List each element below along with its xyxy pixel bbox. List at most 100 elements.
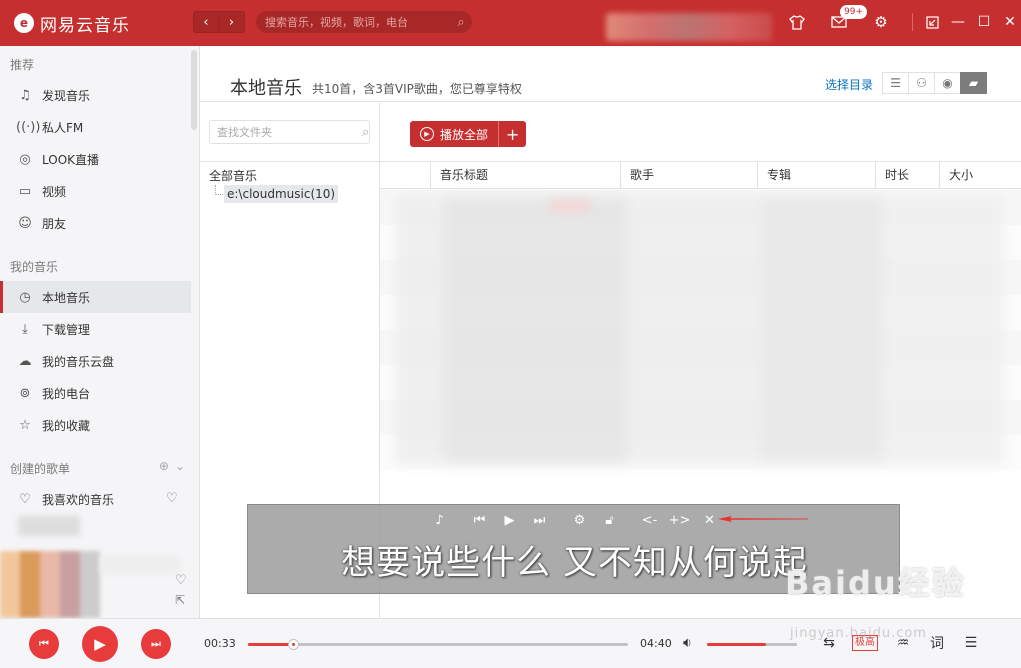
next-track-button[interactable]: ⏭ bbox=[141, 629, 171, 659]
settings-gear-icon[interactable]: ⚙ bbox=[565, 513, 595, 528]
sidebar-item-fm[interactable]: ((·)) 私人FM bbox=[0, 111, 191, 143]
play-all-group: ▶ 播放全部 + bbox=[410, 121, 527, 147]
column-header-artist[interactable]: 歌手 bbox=[620, 162, 757, 189]
sidebar-item-liked-music[interactable]: ♡ 我喜欢的音乐 bbox=[0, 483, 191, 515]
add-to-queue-button[interactable]: + bbox=[498, 121, 527, 147]
volume-slider[interactable] bbox=[707, 643, 797, 646]
skin-shirt-icon[interactable] bbox=[786, 11, 808, 33]
lyric-delay-back-icon[interactable]: <- bbox=[635, 513, 665, 528]
lyric-delay-forward-icon[interactable]: +> bbox=[665, 513, 695, 528]
player-bar: ⏮ ▶ ⏭ 00:33 04:40 🔉︎ ⇆ 极高 ♒ 词 ☰ jingyan.… bbox=[0, 618, 1021, 668]
annotation-arrow-icon bbox=[718, 516, 808, 522]
local-music-icon: ◷ bbox=[19, 289, 31, 305]
download-icon: ⤓ bbox=[22, 321, 28, 337]
play-button[interactable]: ▶ bbox=[82, 626, 118, 662]
blurred-rows bbox=[395, 195, 1005, 465]
previous-icon[interactable]: ⏮ bbox=[465, 513, 495, 528]
sidebar-item-friends[interactable]: ☺ 朋友 bbox=[0, 207, 191, 239]
share-icon[interactable]: ⇱ bbox=[175, 593, 185, 607]
column-header-album[interactable]: 专辑 bbox=[757, 162, 875, 189]
tree-connector bbox=[215, 185, 223, 195]
column-header-title[interactable]: 音乐标题 bbox=[430, 162, 620, 189]
user-avatar-blurred[interactable] bbox=[606, 13, 772, 41]
music-note-icon[interactable]: ♪ bbox=[425, 513, 455, 528]
column-header-size[interactable]: 大小 bbox=[939, 162, 1021, 189]
add-playlist-icon[interactable]: ⊕ bbox=[159, 459, 169, 473]
play-all-label: 播放全部 bbox=[440, 127, 489, 142]
blurred-playlist[interactable] bbox=[18, 516, 80, 536]
minimize-icon[interactable]: — bbox=[947, 11, 969, 33]
sidebar-scrollbar[interactable] bbox=[191, 50, 197, 130]
sidebar-item-collection[interactable]: ☆ 我的收藏 bbox=[0, 409, 191, 441]
sidebar-item-my-radio[interactable]: ⊚ 我的电台 bbox=[0, 377, 191, 409]
close-icon[interactable]: ✕ bbox=[999, 11, 1021, 33]
playlist-queue-icon[interactable]: ☰ bbox=[960, 635, 982, 651]
sidebar-item-label: 私人FM bbox=[42, 120, 84, 135]
volume-icon[interactable]: 🔉︎ bbox=[683, 635, 692, 651]
play-icon[interactable]: ▶ bbox=[495, 513, 525, 528]
sidebar: 推荐 ♫ 发现音乐 ((·)) 私人FM ◎ LOOK直播 ▭ 视频 ☺ 朋友 我的音乐 … bbox=[0, 46, 200, 618]
collect-icon: ☆ bbox=[19, 417, 31, 433]
app-logo[interactable]: e 网易云音乐 bbox=[14, 11, 130, 36]
heart-icon: ♡ bbox=[19, 491, 31, 507]
settings-gear-icon[interactable]: ⚙ bbox=[870, 11, 892, 33]
top-icons: 99+ ⚙ — ☐ ✕ bbox=[786, 5, 1021, 33]
now-playing-cover-blurred[interactable] bbox=[0, 551, 100, 618]
search-icon[interactable]: ⌕ bbox=[362, 125, 369, 140]
heartbeat-mode-icon[interactable]: ♡ bbox=[166, 491, 178, 506]
play-all-button[interactable]: ▶ 播放全部 bbox=[410, 121, 499, 147]
forward-button[interactable]: › bbox=[219, 11, 245, 33]
column-header-duration[interactable]: 时长 bbox=[875, 162, 939, 189]
sidebar-item-label: 下载管理 bbox=[42, 322, 91, 337]
like-heart-icon[interactable]: ♡ bbox=[175, 573, 187, 588]
list-view-icon[interactable]: ☰ bbox=[882, 72, 909, 94]
sidebar-item-look-live[interactable]: ◎ LOOK直播 bbox=[0, 143, 191, 175]
sidebar-item-downloads[interactable]: ⤓ 下载管理 bbox=[0, 313, 191, 345]
chevron-right-icon: › bbox=[228, 14, 235, 30]
next-icon[interactable]: ⏭ bbox=[525, 513, 555, 528]
section-created-playlists: 创建的歌单 bbox=[10, 462, 71, 476]
back-button[interactable]: ‹ bbox=[193, 11, 219, 33]
playlist-tools: ⊕ ⌄ bbox=[159, 459, 185, 473]
artist-view-icon[interactable]: ⚇ bbox=[908, 72, 935, 94]
search-input[interactable] bbox=[265, 15, 450, 29]
lyric-toggle-icon[interactable]: 词 bbox=[926, 633, 948, 653]
play-circle-icon: ▶ bbox=[420, 127, 434, 141]
sidebar-item-video[interactable]: ▭ 视频 bbox=[0, 175, 191, 207]
progress-slider[interactable] bbox=[248, 639, 628, 650]
sidebar-item-label: 朋友 bbox=[42, 216, 67, 231]
section-my-music: 我的音乐 bbox=[10, 260, 59, 274]
previous-icon: ⏮ bbox=[39, 637, 49, 650]
baidu-watermark: Baidu经验 bbox=[785, 564, 966, 602]
radio-waves-icon: ((·)) bbox=[16, 119, 41, 135]
now-playing-info-blurred bbox=[100, 556, 180, 574]
folder-view-icon[interactable]: ▰ bbox=[960, 72, 987, 94]
sidebar-item-label: 本地音乐 bbox=[42, 290, 91, 305]
current-time: 00:33 bbox=[204, 637, 236, 650]
search-box: ⌕ bbox=[256, 11, 472, 33]
maximize-icon[interactable]: ☐ bbox=[973, 11, 995, 33]
search-icon[interactable]: ⌕ bbox=[450, 15, 472, 30]
progress-handle[interactable] bbox=[287, 639, 299, 650]
album-view-icon[interactable]: ◉ bbox=[934, 72, 961, 94]
mini-mode-icon[interactable] bbox=[921, 11, 943, 33]
baidu-watermark-url: jingyan.baidu.com bbox=[790, 626, 927, 641]
sidebar-item-label: 我的音乐云盘 bbox=[42, 354, 115, 369]
lock-icon[interactable]: 🔓︎ bbox=[595, 513, 625, 528]
tree-root-all-music[interactable]: 全部音乐 bbox=[209, 167, 257, 184]
sidebar-item-cloud-disk[interactable]: ☁ 我的音乐云盘 bbox=[0, 345, 191, 377]
view-mode-switch: ☰ ⚇ ◉ ▰ bbox=[882, 72, 987, 94]
mail-icon[interactable]: 99+ bbox=[828, 5, 867, 33]
folder-search-input[interactable] bbox=[217, 125, 362, 139]
collapse-chevron-icon[interactable]: ⌄ bbox=[175, 459, 185, 473]
progress-fill bbox=[248, 643, 293, 646]
next-icon: ⏭ bbox=[151, 637, 161, 650]
sidebar-item-local-music[interactable]: ◷ 本地音乐 bbox=[0, 281, 191, 313]
previous-track-button[interactable]: ⏮ bbox=[29, 629, 59, 659]
divider bbox=[912, 13, 913, 31]
select-directory-link[interactable]: 选择目录 bbox=[825, 76, 873, 93]
tree-folder-item[interactable]: e:\cloudmusic(10) bbox=[224, 185, 339, 203]
sidebar-item-label: 我喜欢的音乐 bbox=[42, 492, 115, 507]
sidebar-item-discover[interactable]: ♫ 发现音乐 bbox=[0, 79, 191, 111]
song-table-body-blurred[interactable] bbox=[380, 190, 1021, 470]
